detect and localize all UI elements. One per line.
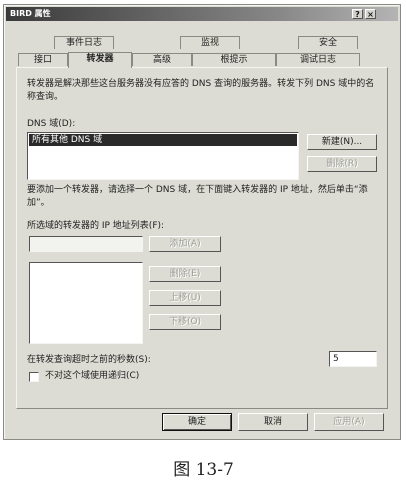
new-domain-button[interactable]: 新建(N)... (307, 134, 377, 150)
properties-dialog: BIRD 属性 ? × 事件日志 监视 安全 接口 转发器 高级 根提示 调试日… (3, 4, 401, 440)
title-bar: BIRD 属性 ? × (6, 7, 398, 21)
move-down-button[interactable]: 下移(O) (149, 314, 221, 330)
ok-button[interactable]: 确定 (162, 413, 232, 431)
tab-interfaces[interactable]: 接口 (18, 53, 68, 66)
tab-monitoring[interactable]: 监视 (180, 36, 240, 49)
move-up-button[interactable]: 上移(U) (149, 290, 221, 306)
forwarder-ip-label: 所选域的转发器的 IP 地址列表(F): (27, 221, 165, 231)
apply-button[interactable]: 应用(A) (314, 413, 384, 431)
tab-forwarders[interactable]: 转发器 (68, 52, 132, 68)
timeout-input[interactable]: 5 (329, 351, 377, 367)
dns-domain-label: DNS 域(D): (27, 119, 76, 129)
forwarder-ip-input[interactable] (29, 236, 143, 252)
window-title: BIRD 属性 (10, 9, 51, 18)
tab-root-hints[interactable]: 根提示 (192, 53, 276, 66)
description-text: 转发器是解决那些这台服务器没有应答的 DNS 查询的服务器。转发下列 DNS 域… (27, 79, 375, 102)
figure-caption: 图 13-7 (173, 460, 234, 480)
tab-debug-logging[interactable]: 调试日志 (276, 53, 360, 66)
forwarders-panel: 转发器是解决那些这台服务器没有应答的 DNS 查询的服务器。转发下列 DNS 域… (16, 67, 388, 409)
no-recursion-checkbox[interactable] (29, 372, 39, 382)
timeout-label: 在转发查询超时之前的秒数(S): (27, 355, 151, 365)
tab-event-log[interactable]: 事件日志 (54, 36, 114, 49)
remove-domain-button[interactable]: 删除(R) (307, 156, 377, 172)
no-recursion-label: 不对这个域使用递归(C) (45, 371, 140, 381)
remove-ip-button[interactable]: 删除(E) (149, 266, 221, 282)
tab-advanced[interactable]: 高级 (132, 53, 192, 66)
help-button[interactable]: ? (352, 9, 363, 19)
cancel-button[interactable]: 取消 (238, 413, 308, 431)
add-ip-button[interactable]: 添加(A) (149, 236, 221, 252)
close-button[interactable]: × (365, 9, 376, 19)
list-item[interactable]: 所有其他 DNS 域 (29, 134, 297, 146)
add-forwarder-hint: 要添加一个转发器，请选择一个 DNS 域，在下面键入转发器的 IP 地址，然后单… (27, 185, 368, 208)
tab-security[interactable]: 安全 (298, 36, 358, 49)
forwarder-ip-list[interactable] (29, 262, 143, 344)
dns-domain-list[interactable]: 所有其他 DNS 域 (27, 132, 299, 180)
